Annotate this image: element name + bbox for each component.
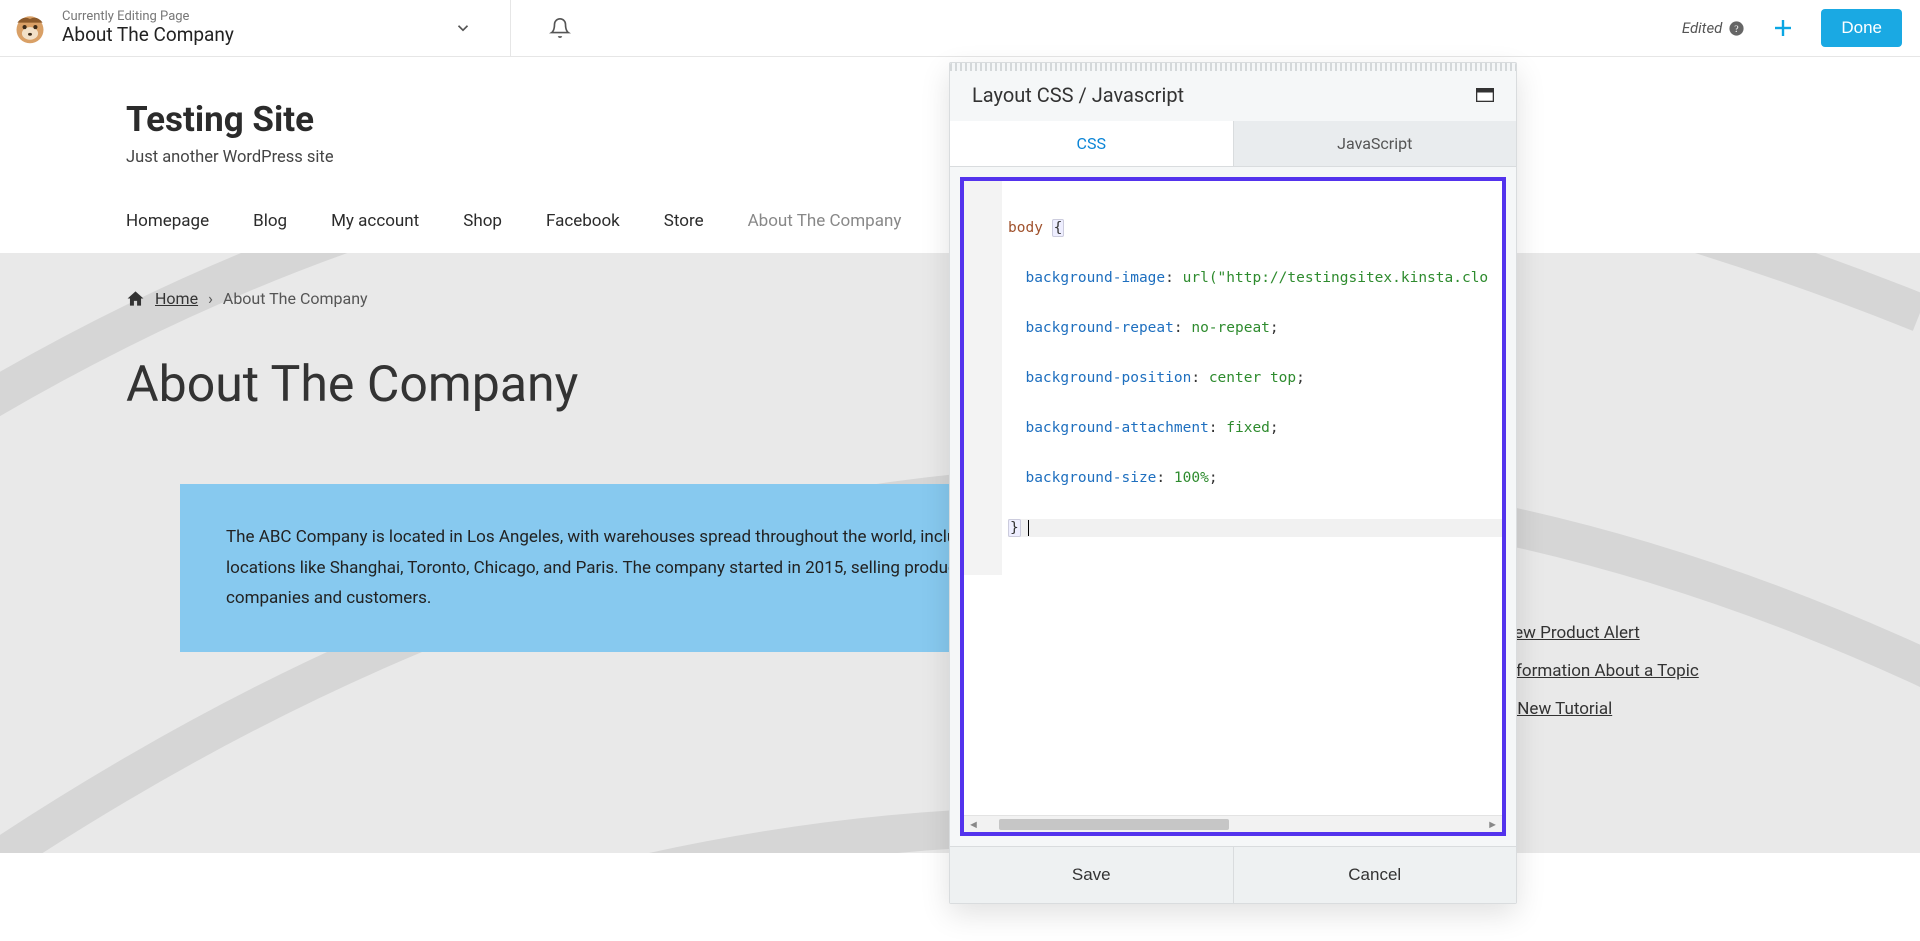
panel-tabs: CSS JavaScript [950, 121, 1516, 167]
done-button[interactable]: Done [1821, 9, 1902, 47]
nav-item-about[interactable]: About The Company [748, 211, 902, 231]
nav-item-homepage[interactable]: Homepage [126, 211, 209, 231]
code-editor[interactable]: body { background-image: url("http://tes… [964, 181, 1502, 575]
add-icon[interactable] [1763, 14, 1803, 42]
editor-horizontal-scrollbar[interactable]: ◄ ► [964, 815, 1502, 832]
help-icon[interactable]: ? [1728, 20, 1745, 37]
editing-label: Currently Editing Page [62, 9, 234, 25]
scroll-thumb[interactable] [999, 819, 1229, 830]
beaver-logo [12, 10, 48, 46]
save-button[interactable]: Save [950, 847, 1233, 903]
breadcrumb-current: About The Company [223, 289, 368, 308]
top-bar: Currently Editing Page About The Company… [0, 0, 1920, 57]
chevron-down-icon[interactable] [448, 13, 478, 43]
panel-title: Layout CSS / Javascript [972, 83, 1184, 107]
nav-item-my-account[interactable]: My account [331, 211, 419, 231]
post-link[interactable]: New Product Alert [1502, 623, 1640, 643]
nav-item-shop[interactable]: Shop [463, 211, 502, 231]
nav-item-facebook[interactable]: Facebook [546, 211, 620, 231]
editor-wrap: body { background-image: url("http://tes… [950, 167, 1516, 846]
editing-page-title: About The Company [62, 24, 234, 47]
nav-item-store[interactable]: Store [664, 211, 704, 231]
code-lines[interactable]: body { background-image: url("http://tes… [1002, 181, 1502, 575]
gutter [964, 181, 1002, 575]
tab-javascript[interactable]: JavaScript [1234, 121, 1517, 166]
nav-item-blog[interactable]: Blog [253, 211, 287, 231]
svg-text:?: ? [1735, 24, 1739, 35]
text-cursor [1020, 520, 1030, 536]
code-selector: body [1008, 220, 1043, 236]
top-bar-left: Currently Editing Page About The Company [12, 0, 577, 57]
maximize-icon[interactable] [1476, 88, 1494, 102]
breadcrumb-home[interactable]: Home [155, 289, 198, 308]
post-link[interactable]: Information About a Topic [1502, 661, 1699, 681]
scroll-right-icon[interactable]: ► [1483, 818, 1502, 831]
bell-icon[interactable] [543, 11, 577, 45]
divider [510, 0, 511, 57]
post-link[interactable]: A New Tutorial [1502, 699, 1612, 719]
page-info: Currently Editing Page About The Company [62, 9, 234, 47]
cancel-button[interactable]: Cancel [1233, 847, 1517, 903]
list-item: A New Tutorial [1474, 699, 1794, 719]
panel-drag-handle[interactable] [950, 63, 1516, 71]
editor-blank-area[interactable] [964, 575, 1502, 815]
css-js-panel: Layout CSS / Javascript CSS JavaScript b… [949, 62, 1517, 904]
tab-css[interactable]: CSS [950, 121, 1234, 166]
edited-text: Edited [1682, 19, 1723, 37]
home-icon [126, 289, 145, 308]
scroll-left-icon[interactable]: ◄ [964, 818, 983, 831]
list-item: Information About a Topic [1474, 661, 1794, 681]
breadcrumb-sep: › [208, 289, 213, 308]
list-item: New Product Alert [1474, 623, 1794, 643]
content-box[interactable]: The ABC Company is located in Los Angele… [180, 484, 1040, 652]
editor-highlight-border: body { background-image: url("http://tes… [960, 177, 1506, 836]
top-bar-right: Edited ? Done [1682, 9, 1902, 47]
content-text: The ABC Company is located in Los Angele… [226, 527, 991, 608]
panel-header: Layout CSS / Javascript [950, 71, 1516, 121]
edited-status: Edited ? [1682, 19, 1746, 37]
sidebar-recent-posts: New Product Alert Information About a To… [1474, 623, 1794, 737]
panel-footer: Save Cancel [950, 846, 1516, 903]
